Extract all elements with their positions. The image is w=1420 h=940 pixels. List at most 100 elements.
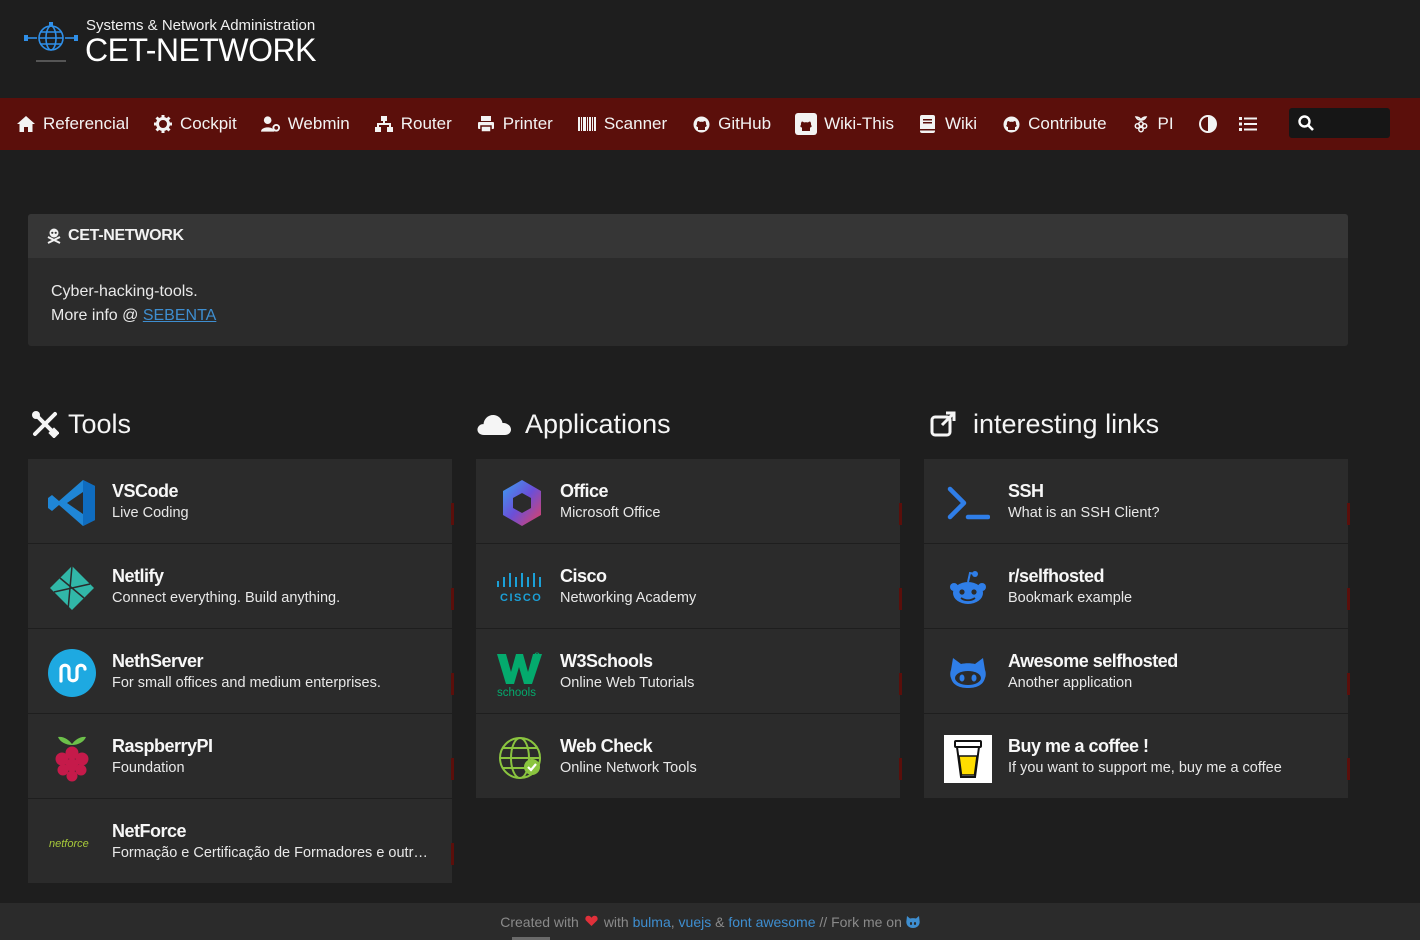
card-netlify[interactable]: Netlify Connect everything. Build anythi…: [28, 544, 454, 628]
network-icon: [374, 114, 394, 134]
card-raspberrypi[interactable]: RaspberryPI Foundation: [28, 714, 454, 798]
card-subtitle: Live Coding: [112, 505, 189, 521]
card-subtitle: Online Network Tools: [560, 760, 697, 776]
nav-label: Wiki: [944, 114, 978, 133]
nav-label: Printer: [502, 114, 553, 133]
raspberry-pi-icon: [1131, 114, 1151, 134]
card-title: Office: [560, 481, 609, 501]
card-office[interactable]: Office Microsoft Office: [476, 459, 902, 543]
card-nethserver[interactable]: NethServer For small offices and medium …: [28, 629, 454, 713]
nav-item-contribute[interactable]: Contribute: [1001, 98, 1130, 150]
github-logo: [942, 647, 994, 699]
tools-icon: [30, 409, 60, 439]
nav-item-github[interactable]: GitHub: [691, 98, 795, 150]
contrast-icon: [1198, 114, 1218, 134]
nav-item-printer[interactable]: Printer: [476, 98, 577, 150]
card-subtitle: For small offices and medium enterprises…: [112, 675, 381, 691]
card-title: Cisco: [560, 566, 607, 586]
card-title: SSH: [1008, 481, 1044, 501]
footer-created-with: Created with: [500, 913, 579, 930]
nav-item-pi[interactable]: PI: [1131, 98, 1198, 150]
gear-icon: [153, 114, 173, 134]
message-line-1: Cyber-hacking-tools.: [51, 283, 198, 300]
card-vscode[interactable]: VSCode Live Coding: [28, 459, 454, 543]
nav-label: Router: [400, 114, 452, 133]
group-name: Tools: [68, 408, 132, 439]
message-line-2-prefix: More info @: [51, 307, 143, 324]
card-subtitle: What is an SSH Client?: [1008, 505, 1160, 521]
svg-text:schools: schools: [497, 687, 536, 698]
card-subtitle: Online Web Tutorials: [560, 675, 695, 691]
book-icon: [918, 114, 938, 134]
header-title: CET-NETWORK: [85, 32, 316, 68]
webcheck-logo: [494, 732, 546, 784]
card-title: W3Schools: [560, 651, 653, 671]
sebenta-link[interactable]: SEBENTA: [143, 307, 217, 324]
nav-label: Contribute: [1028, 114, 1107, 133]
barcode-icon: [577, 114, 597, 134]
card-subtitle: Bookmark example: [1008, 590, 1133, 606]
card-title: Buy me a coffee !: [1008, 736, 1149, 756]
card-title: Netlify: [112, 566, 164, 586]
card-subtitle: Networking Academy: [560, 590, 697, 606]
github-icon: [691, 114, 711, 134]
nav-item-wiki-this[interactable]: Wiki-This: [795, 98, 918, 150]
svg-text:CISCO: CISCO: [500, 592, 542, 604]
card-netforce[interactable]: netforce NetForce Formação e Certificaçã…: [28, 799, 454, 883]
vuejs-link[interactable]: vuejs: [679, 914, 712, 930]
card-r-selfhosted[interactable]: r/selfhosted Bookmark example: [924, 544, 1350, 628]
nav-label: Webmin: [287, 114, 350, 133]
terminal-logo: [942, 477, 994, 529]
list-icon: [1238, 114, 1258, 134]
printer-icon: [476, 114, 496, 134]
cisco-logo: CISCO: [494, 562, 546, 614]
message-line-2: More info @ SEBENTA: [51, 304, 1325, 328]
svg-text:3: 3: [534, 651, 540, 663]
footer-amp: &: [715, 913, 725, 930]
card-title: RaspberryPI: [112, 736, 213, 756]
card-cisco[interactable]: CISCO Cisco Networking Academy: [476, 544, 902, 628]
card-subtitle: If you want to support me, buy me a coff…: [1008, 760, 1282, 776]
nav-item-router[interactable]: Router: [374, 98, 476, 150]
external-link-icon: [928, 409, 958, 439]
nav-item-scanner[interactable]: Scanner: [577, 98, 691, 150]
fontawesome-link[interactable]: font awesome: [728, 914, 815, 930]
cet-network-logo: [24, 18, 78, 68]
card-subtitle: Another application: [1008, 675, 1133, 691]
card-subtitle: Formação e Certificação de Formadores e …: [112, 845, 428, 861]
github-icon: [1001, 114, 1021, 134]
group-title-tools: Tools: [30, 404, 131, 444]
reddit-logo: [942, 562, 994, 614]
nav-item-cockpit[interactable]: Cockpit: [153, 98, 261, 150]
nav-item-wiki[interactable]: Wiki: [918, 98, 1001, 150]
theme-toggle-button[interactable]: [1198, 98, 1238, 150]
card-title: VSCode: [112, 481, 179, 501]
cloud-icon: [476, 409, 512, 439]
card-w3schools[interactable]: 3 schools W3Schools Online Web Tutorials: [476, 629, 902, 713]
card-awesome-selfhosted[interactable]: Awesome selfhosted Another application: [924, 629, 1350, 713]
user-cog-icon: [260, 114, 281, 134]
card-title: NetForce: [112, 821, 187, 841]
heart-icon: [585, 914, 598, 930]
card-webcheck[interactable]: Web Check Online Network Tools: [476, 714, 902, 798]
card-buy-me-a-coffee[interactable]: Buy me a coffee ! If you want to support…: [924, 714, 1350, 798]
nav-label: PI: [1157, 114, 1174, 133]
svg-text:netforce: netforce: [49, 838, 89, 850]
bulma-link[interactable]: bulma: [633, 914, 671, 930]
github-fork-icon[interactable]: [906, 915, 920, 928]
vscode-logo: [46, 477, 98, 529]
nav-item-referencial[interactable]: Referencial: [16, 98, 153, 150]
card-title: Web Check: [560, 736, 653, 756]
nav-label: Referencial: [43, 114, 129, 133]
nav-item-webmin[interactable]: Webmin: [260, 98, 374, 150]
raspberrypi-logo: [46, 732, 98, 784]
netforce-logo: netforce: [46, 817, 98, 869]
navbar: Referencial Cockpit Webmin Router Printe…: [0, 98, 1420, 150]
footer-fork: // Fork me on: [819, 913, 902, 930]
card-ssh[interactable]: SSH What is an SSH Client?: [924, 459, 1350, 543]
layout-toggle-button[interactable]: [1238, 98, 1278, 150]
search-input[interactable]: [1289, 108, 1390, 138]
page-header: Systems & Network Administration CET-NET…: [0, 0, 1420, 98]
page-footer: Created with with bulma, vuejs & font aw…: [0, 903, 1420, 940]
group-name: Applications: [525, 408, 671, 439]
